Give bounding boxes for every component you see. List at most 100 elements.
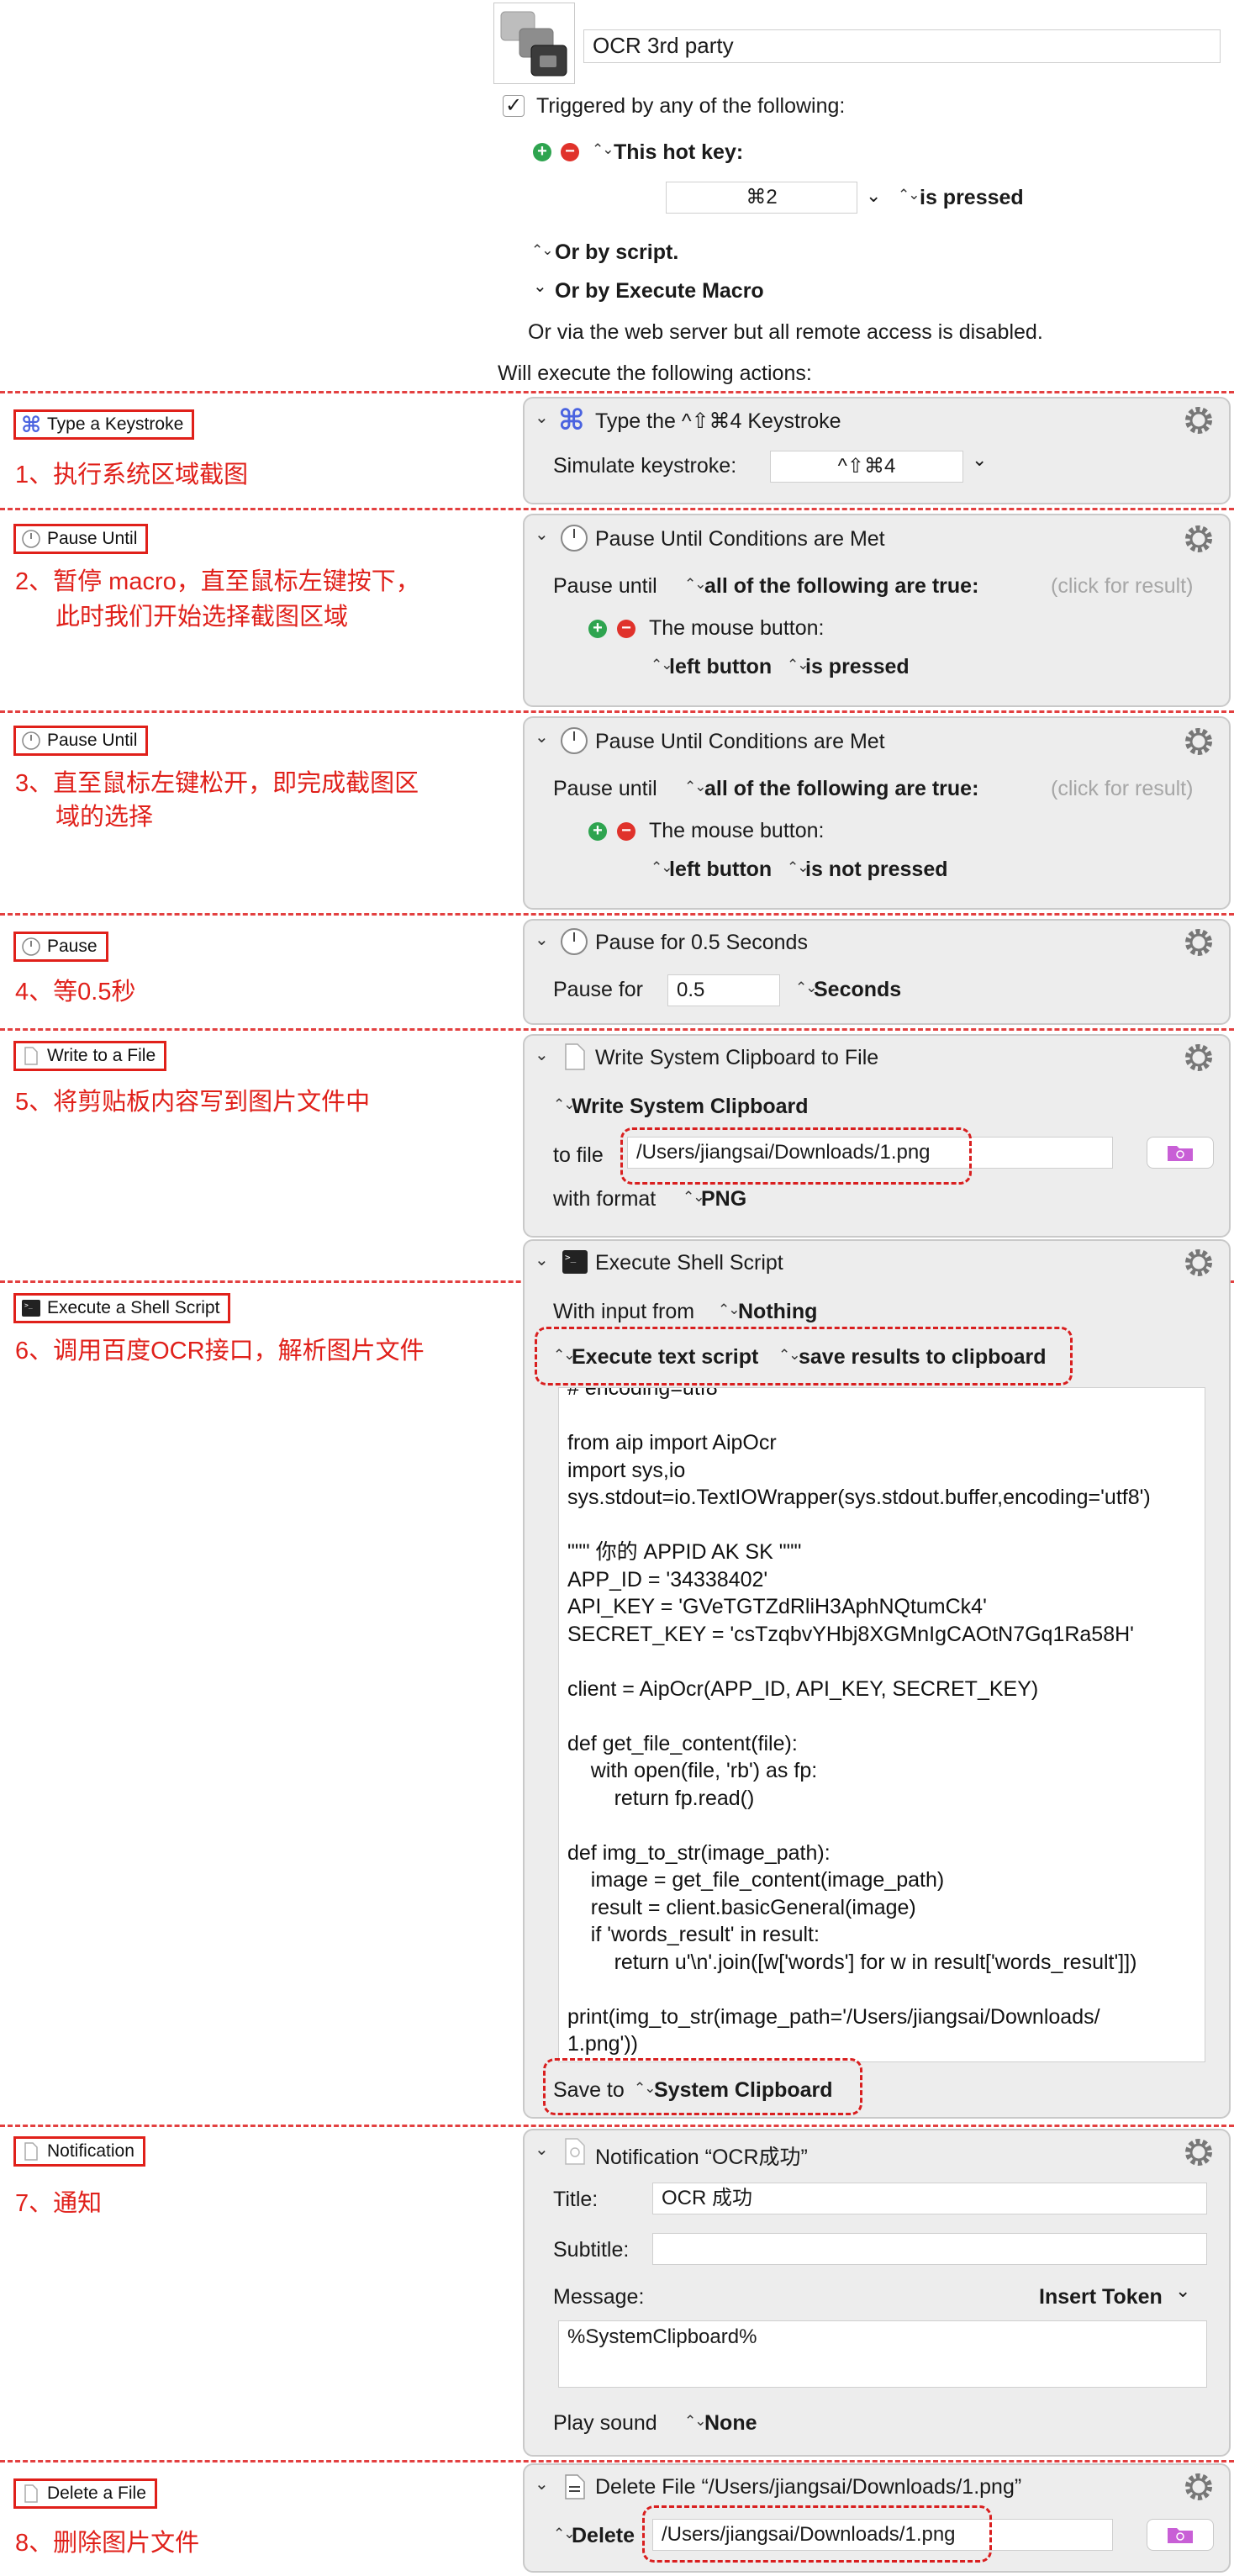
gear-icon[interactable] [1182,522,1216,556]
chevron-down-icon[interactable]: ⌄ [1175,2280,1190,2302]
code-line: def img_to_str(image_path): [567,1840,831,1865]
state-select[interactable]: is not pressed [805,858,948,882]
updown-icon[interactable]: ⌃⌄ [787,859,809,876]
keystroke-field[interactable]: ^⇧⌘4 [770,451,963,483]
gear-icon[interactable] [1182,1246,1216,1280]
action-pause-until[interactable]: ⌄ Pause Until Conditions are Met Pause u… [523,716,1231,910]
updown-icon[interactable]: ⌃⌄ [684,779,706,795]
add-condition-icon[interactable]: + [588,620,607,638]
updown-icon[interactable]: ⌃⌄ [787,657,809,673]
updown-icon[interactable]: ⌃⌄ [553,2526,575,2542]
annotation-note: 7、通知 [15,2190,103,2217]
annotation-label: Pause Until [47,731,138,750]
updown-icon[interactable]: ⌃⌄ [684,576,706,593]
click-for-result[interactable]: (click for result) [1051,777,1193,801]
chevron-down-icon[interactable]: ⌄ [535,929,549,950]
hotkey-state[interactable]: is pressed [920,186,1024,210]
folder-icon [1168,1146,1193,1161]
add-trigger-icon[interactable]: + [533,143,551,161]
action-title: Pause for 0.5 Seconds [595,931,808,954]
code-line: return fp.read() [567,1786,755,1810]
updown-icon[interactable]: ⌃⌄ [553,1096,575,1113]
pause-duration-field[interactable]: 0.5 [667,974,780,1006]
triggered-checkbox[interactable]: ✓ [503,95,525,117]
click-for-result[interactable]: (click for result) [1051,574,1193,599]
sound-select[interactable]: None [704,2411,757,2436]
or-by-execute-macro[interactable]: Or by Execute Macro [555,279,764,304]
hotkey-field[interactable]: ⌘2 [666,182,857,214]
delete-select[interactable]: Delete [572,2524,635,2548]
action-pause[interactable]: ⌄ Pause for 0.5 Seconds Pause for 0.5 ⌃⌄… [523,919,1231,1025]
remove-trigger-icon[interactable]: − [561,143,579,161]
remove-condition-icon[interactable]: − [617,620,635,638]
action-notification[interactable]: ⌄ Notification “OCR成功” Title: OCR 成功 Sub… [523,2129,1231,2457]
gear-icon[interactable] [1182,404,1216,437]
separator [0,391,1234,393]
updown-icon[interactable]: ⌃⌄ [531,242,553,259]
chevron-down-icon[interactable]: ⌄ [535,407,549,428]
gear-icon[interactable] [1182,1041,1216,1074]
chevron-down-icon[interactable]: ⌄ [972,449,987,471]
chevron-down-icon[interactable]: ⌄ [535,726,549,747]
chevron-down-icon[interactable]: ⌄ [535,2139,549,2160]
document-icon [565,2474,585,2499]
state-select[interactable]: is pressed [805,655,910,679]
updown-icon[interactable]: ⌃⌄ [718,1301,740,1318]
chevron-down-icon[interactable]: ⌄ [535,524,549,545]
remove-condition-icon[interactable]: − [617,822,635,841]
updown-icon[interactable]: ⌃⌄ [651,859,672,876]
insert-token-button[interactable]: Insert Token [1039,2285,1163,2309]
title-label: Title: [553,2188,599,2211]
clock-icon [21,529,41,549]
button-select[interactable]: left button [669,655,772,679]
triggered-label: Triggered by any of the following: [536,94,846,118]
gear-icon[interactable] [1182,926,1216,959]
chevron-down-icon[interactable]: ⌄ [535,1249,549,1270]
action-type-keystroke[interactable]: ⌄ ⌘ Type the ^⇧⌘4 Keystroke Simulate key… [523,397,1231,504]
hotkey-label[interactable]: This hot key: [614,140,743,165]
subtitle-field[interactable] [652,2233,1207,2265]
highlight-box [535,1327,1073,1386]
chevron-down-icon[interactable]: ⌄ [533,276,547,297]
add-condition-icon[interactable]: + [588,822,607,841]
updown-icon[interactable]: ⌃⌄ [795,979,817,996]
updown-icon[interactable]: ⌃⌄ [592,141,614,158]
choose-folder-button[interactable] [1147,2519,1214,2551]
annotation-label: Delete a File [47,2484,146,2503]
source-select[interactable]: Write System Clipboard [572,1095,809,1119]
svg-text:>_: >_ [565,1252,577,1263]
chevron-down-icon[interactable]: ⌄ [535,2473,549,2494]
message-field[interactable]: %SystemClipboard% [558,2320,1207,2388]
gear-icon[interactable] [1182,725,1216,758]
annotation-type-keystroke: ⌘ Type a Keystroke [13,409,195,440]
unit-select[interactable]: Seconds [814,978,901,1002]
action-pause-until[interactable]: ⌄ Pause Until Conditions are Met Pause u… [523,514,1231,707]
macro-name-field[interactable]: OCR 3rd party [583,29,1221,63]
button-select[interactable]: left button [669,858,772,882]
clock-icon [21,937,41,957]
or-by-script[interactable]: Or by script. [555,240,678,265]
updown-icon[interactable]: ⌃⌄ [684,2413,706,2430]
format-select[interactable]: PNG [701,1187,746,1211]
script-editor[interactable]: # encoding=utf8 from aip import AipOcr i… [558,1387,1205,2062]
format-label: with format [553,1187,657,1211]
code-line: from aip import AipOcr [567,1431,777,1454]
condition-select[interactable]: all of the following are true: [704,574,978,599]
macro-icon[interactable] [493,3,575,84]
title-field[interactable]: OCR 成功 [652,2183,1207,2214]
action-title: Notification “OCR成功” [595,2146,808,2169]
gear-icon[interactable] [1182,2470,1216,2504]
annotation-note: 4、等0.5秒 [15,979,136,1006]
updown-icon[interactable]: ⌃⌄ [898,187,920,203]
updown-icon[interactable]: ⌃⌄ [651,657,672,673]
notification-icon [565,2138,585,2165]
chevron-down-icon[interactable]: ⌄ [866,185,881,207]
gear-icon[interactable] [1182,2135,1216,2169]
condition-select[interactable]: all of the following are true: [704,777,978,801]
updown-icon[interactable]: ⌃⌄ [683,1189,704,1206]
code-line: image = get_file_content(image_path) [567,1868,945,1892]
input-select[interactable]: Nothing [738,1300,817,1324]
chevron-down-icon[interactable]: ⌄ [535,1044,549,1065]
choose-folder-button[interactable] [1147,1137,1214,1169]
